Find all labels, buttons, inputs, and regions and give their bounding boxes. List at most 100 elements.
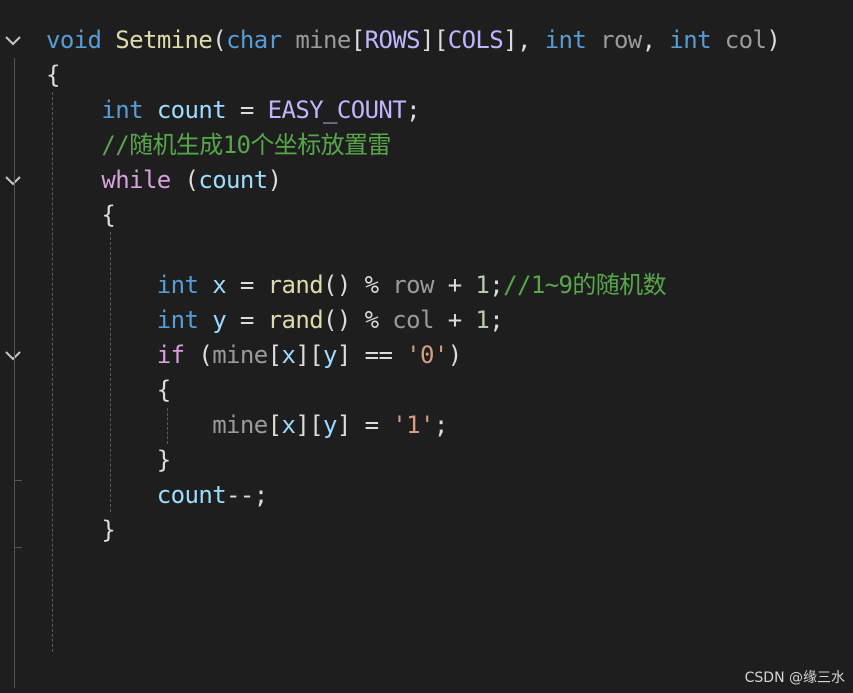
code-token: y — [212, 306, 227, 334]
code-line[interactable]: while (count) — [46, 164, 282, 196]
code-token: EASY_COUNT — [267, 96, 407, 124]
code-token: , — [641, 26, 670, 54]
code-line[interactable]: int count = EASY_COUNT; — [46, 94, 420, 126]
code-token: //1~9的随机数 — [503, 271, 666, 299]
outline-tick — [14, 547, 22, 548]
code-token: [ — [350, 26, 365, 54]
code-token: row — [392, 271, 434, 299]
chevron-down-icon[interactable] — [4, 347, 22, 365]
code-token: x — [212, 271, 227, 299]
code-token: while — [101, 166, 171, 194]
code-token: ][ — [420, 26, 448, 54]
code-token: ( — [212, 26, 227, 54]
code-token: '0' — [406, 341, 448, 369]
code-token: COLS — [447, 26, 504, 54]
code-token: ) — [766, 26, 781, 54]
code-token: mine — [212, 411, 268, 439]
chevron-down-icon[interactable] — [4, 172, 22, 190]
code-line[interactable]: mine[x][y] = '1'; — [46, 409, 448, 441]
code-token: { — [46, 376, 171, 404]
code-token: ] == — [336, 341, 407, 369]
code-token: rand — [267, 306, 324, 334]
code-token: ; — [406, 96, 420, 124]
code-token: ( — [184, 341, 213, 369]
code-token: x — [281, 341, 296, 369]
code-token: ][ — [295, 411, 324, 439]
code-line[interactable]: { — [46, 199, 115, 231]
code-editor[interactable]: void Setmine(char mine[ROWS][COLS], int … — [0, 0, 853, 693]
code-line[interactable]: void Setmine(char mine[ROWS][COLS], int … — [46, 24, 781, 56]
code-token: = — [226, 96, 268, 124]
code-token: 1 — [475, 271, 490, 299]
outline-bar — [14, 372, 15, 480]
code-token: row — [600, 26, 642, 54]
code-token: '1' — [392, 411, 434, 439]
code-token: col — [392, 306, 434, 334]
code-line[interactable]: //随机生成10个坐标放置雷 — [46, 129, 391, 161]
code-line[interactable]: int x = rand() % row + 1;//1~9的随机数 — [46, 269, 667, 301]
code-token: count — [156, 96, 227, 124]
code-token: = — [226, 271, 268, 299]
code-token: ) — [267, 166, 282, 194]
code-line[interactable]: count--; — [46, 479, 268, 511]
code-token: count — [156, 481, 227, 509]
outline-tick — [14, 480, 22, 481]
code-token: + — [433, 271, 476, 299]
code-token: y — [323, 411, 337, 439]
code-token: Setmine — [115, 26, 213, 54]
code-line[interactable]: int y = rand() % col + 1; — [46, 304, 504, 336]
code-line[interactable]: } — [46, 689, 60, 693]
code-token: int — [669, 26, 711, 54]
code-token: ] = — [336, 411, 393, 439]
code-line[interactable]: { — [46, 374, 171, 406]
code-token: rand — [267, 271, 324, 299]
code-token: [ — [267, 341, 282, 369]
code-token: int — [101, 96, 143, 124]
code-token: int — [156, 306, 199, 334]
code-line[interactable]: } — [46, 444, 171, 476]
code-token: ; — [489, 271, 504, 299]
code-token: () % — [323, 306, 393, 334]
code-token: int — [544, 26, 587, 54]
code-token: ; — [433, 411, 448, 439]
chevron-down-icon[interactable] — [4, 32, 22, 50]
code-token: y — [323, 341, 337, 369]
code-token: x — [281, 411, 296, 439]
code-line[interactable]: if (mine[x][y] == '0') — [46, 339, 462, 371]
code-token: col — [724, 26, 767, 54]
code-token: ], — [503, 26, 545, 54]
code-token: ) — [447, 341, 462, 369]
code-token: [ — [267, 411, 282, 439]
code-token: count — [198, 166, 268, 194]
code-token: () % — [323, 271, 393, 299]
code-line[interactable]: } — [46, 514, 115, 546]
code-token: { — [46, 201, 116, 229]
watermark: CSDN @缘三水 — [744, 670, 845, 686]
code-token: int — [156, 271, 199, 299]
code-token: --; — [226, 481, 268, 509]
code-token: ( — [170, 166, 199, 194]
code-token: //随机生成10个坐标放置雷 — [101, 131, 391, 159]
code-token: = — [226, 306, 268, 334]
code-token: if — [156, 341, 185, 369]
code-token: ROWS — [364, 26, 421, 54]
code-token: { — [46, 61, 60, 89]
code-line[interactable]: { — [46, 59, 60, 91]
code-token: 1 — [475, 306, 490, 334]
code-token: char — [226, 26, 282, 54]
code-token: } — [46, 516, 116, 544]
code-token: void — [46, 26, 102, 54]
